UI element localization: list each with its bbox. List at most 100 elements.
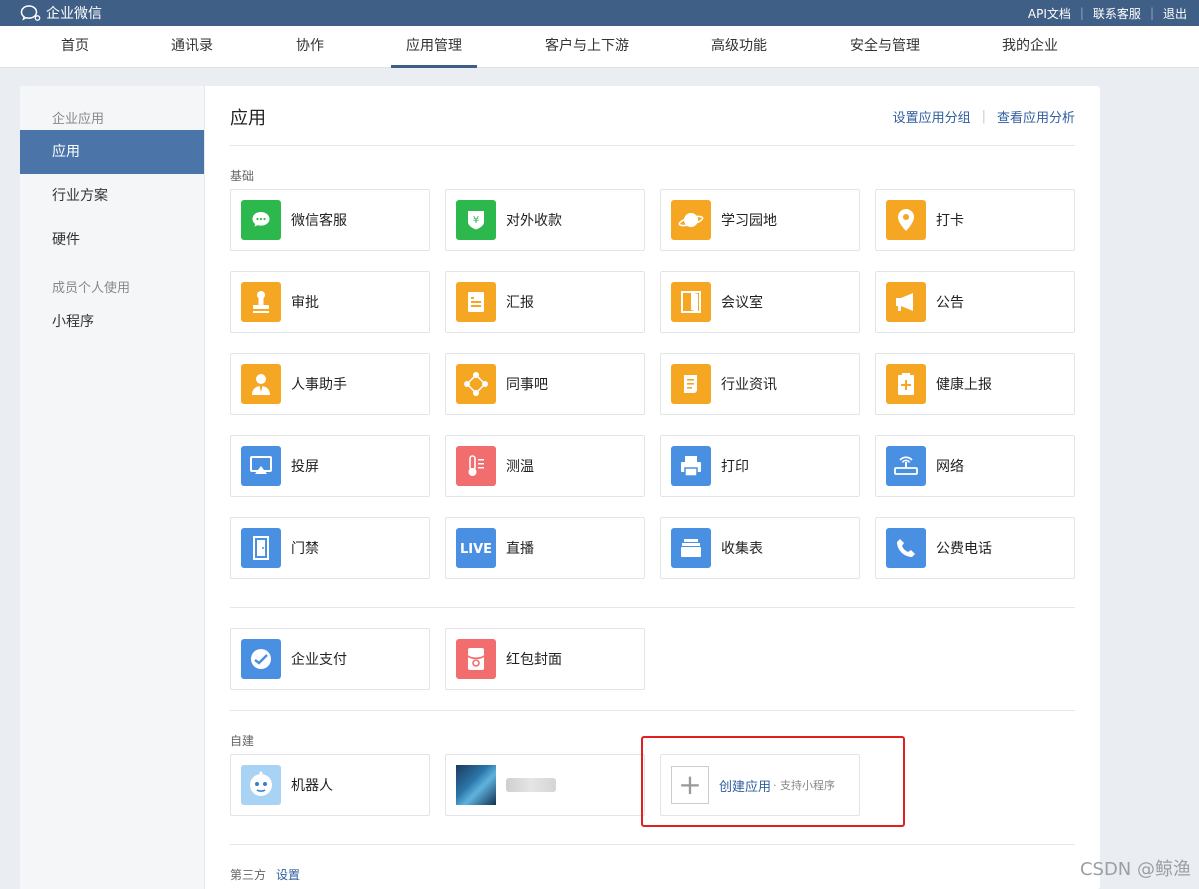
megaphone-icon: [886, 282, 926, 322]
robot-icon: [241, 765, 281, 805]
app-card[interactable]: 学习园地: [660, 189, 860, 251]
content-panel: 企业应用 应用 行业方案 硬件 成员个人使用 小程序 应用 设置应用分组 | 查…: [20, 86, 1100, 889]
app-card[interactable]: LIVE 直播: [445, 517, 645, 579]
wechat-service-icon: [241, 200, 281, 240]
app-card-label: 公费电话: [936, 541, 992, 557]
brand[interactable]: 企业微信: [20, 3, 102, 23]
thermometer-icon: [456, 446, 496, 486]
top-bar: 企业微信 API文档 | 联系客服 | 退出: [0, 0, 1199, 26]
app-card[interactable]: 微信客服: [230, 189, 430, 251]
app-card-label: 测温: [506, 459, 534, 475]
divider: [230, 844, 1075, 845]
highlight-box: [641, 736, 905, 827]
app-card[interactable]: 审批: [230, 271, 430, 333]
app-card-label: 同事吧: [506, 377, 548, 393]
divider: |: [981, 109, 986, 124]
app-card-label: 收集表: [721, 541, 763, 557]
app-card[interactable]: 会议室: [660, 271, 860, 333]
location-pin-icon: [886, 200, 926, 240]
app-card-label: 门禁: [291, 541, 319, 557]
app-card[interactable]: 人事助手: [230, 353, 430, 415]
divider: |: [1079, 6, 1084, 20]
app-card[interactable]: 投屏: [230, 435, 430, 497]
app-card-label: 企业支付: [291, 652, 347, 668]
third-party-settings-link[interactable]: 设置: [276, 868, 300, 882]
tray-icon: [671, 528, 711, 568]
yuan-shield-icon: ¥: [456, 200, 496, 240]
app-card-label: 机器人: [291, 778, 333, 794]
api-docs-link[interactable]: API文档: [1028, 5, 1071, 22]
app-card[interactable]: 企业支付: [230, 628, 430, 690]
person-icon: [241, 364, 281, 404]
stamp-icon: [241, 282, 281, 322]
red-packet-icon: [456, 639, 496, 679]
app-card-label: 打印: [721, 459, 749, 475]
svg-text:LIVE: LIVE: [460, 542, 492, 557]
app-card-label: 微信客服: [291, 213, 347, 229]
app-card[interactable]: 机器人: [230, 754, 430, 816]
nav-security[interactable]: 安全与管理: [850, 26, 920, 68]
sidebar-item-miniprogram[interactable]: 小程序: [20, 300, 204, 344]
app-card[interactable]: 同事吧: [445, 353, 645, 415]
section-basic-label: 基础: [230, 169, 255, 183]
divider: [230, 710, 1075, 711]
app-card[interactable]: 红包封面: [445, 628, 645, 690]
app-card-label: 网络: [936, 459, 964, 475]
airplay-icon: [241, 446, 281, 486]
phone-icon: [886, 528, 926, 568]
app-card[interactable]: 网络: [875, 435, 1075, 497]
app-card-blurred[interactable]: [445, 754, 645, 816]
watermark: CSDN @鲸渔: [1079, 859, 1191, 880]
sidebar-item-apps[interactable]: 应用: [20, 130, 204, 174]
logout-link[interactable]: 退出: [1163, 5, 1187, 22]
live-icon: LIVE: [456, 528, 496, 568]
nav-advanced[interactable]: 高级功能: [711, 26, 767, 68]
top-actions: 设置应用分组 | 查看应用分析: [893, 107, 1075, 126]
app-card-label: 会议室: [721, 295, 763, 311]
main-nav: 首页 通讯录 协作 应用管理 客户与上下游 高级功能 安全与管理 我的企业: [0, 26, 1199, 68]
app-card[interactable]: 公费电话: [875, 517, 1075, 579]
blurred-app-label: [506, 778, 556, 792]
app-card[interactable]: ¥ 对外收款: [445, 189, 645, 251]
app-card[interactable]: 行业资讯: [660, 353, 860, 415]
nav-collaboration[interactable]: 协作: [296, 26, 324, 68]
sidebar-item-industry[interactable]: 行业方案: [20, 174, 204, 218]
nav-app-management[interactable]: 应用管理: [391, 26, 477, 68]
scroll-icon: [671, 364, 711, 404]
app-card[interactable]: 收集表: [660, 517, 860, 579]
app-card-label: 打卡: [936, 213, 964, 229]
nav-home[interactable]: 首页: [61, 26, 89, 68]
blurred-app-icon: [456, 765, 496, 805]
app-card[interactable]: 公告: [875, 271, 1075, 333]
top-links: API文档 | 联系客服 | 退出: [1028, 5, 1187, 22]
brand-name: 企业微信: [46, 6, 102, 22]
contact-support-link[interactable]: 联系客服: [1093, 5, 1141, 22]
view-app-analysis-link[interactable]: 查看应用分析: [997, 107, 1075, 126]
nav-customers[interactable]: 客户与上下游: [545, 26, 629, 68]
nav-contacts[interactable]: 通讯录: [171, 26, 213, 68]
planet-icon: [671, 200, 711, 240]
app-card[interactable]: 门禁: [230, 517, 430, 579]
app-card[interactable]: 测温: [445, 435, 645, 497]
section-third-party-text: 第三方: [230, 868, 267, 882]
app-card-label: 直播: [506, 541, 534, 557]
pay-icon: [241, 639, 281, 679]
app-card[interactable]: 打印: [660, 435, 860, 497]
page-title: 应用: [230, 108, 266, 129]
divider: |: [1149, 6, 1154, 20]
sidebar-group-personal: 成员个人使用: [52, 281, 131, 296]
printer-icon: [671, 446, 711, 486]
app-card[interactable]: 健康上报: [875, 353, 1075, 415]
app-card[interactable]: 汇报: [445, 271, 645, 333]
router-icon: [886, 446, 926, 486]
app-card-label: 行业资讯: [721, 377, 777, 393]
app-card-label: 公告: [936, 295, 964, 311]
nav-my-enterprise[interactable]: 我的企业: [1002, 26, 1058, 68]
access-door-icon: [241, 528, 281, 568]
set-app-group-link[interactable]: 设置应用分组: [893, 107, 971, 126]
sidebar-group-enterprise-apps: 企业应用: [52, 112, 105, 127]
svg-text:¥: ¥: [473, 215, 479, 226]
app-card[interactable]: 打卡: [875, 189, 1075, 251]
sidebar-item-hardware[interactable]: 硬件: [20, 218, 204, 262]
app-card-label: 红包封面: [506, 652, 562, 668]
